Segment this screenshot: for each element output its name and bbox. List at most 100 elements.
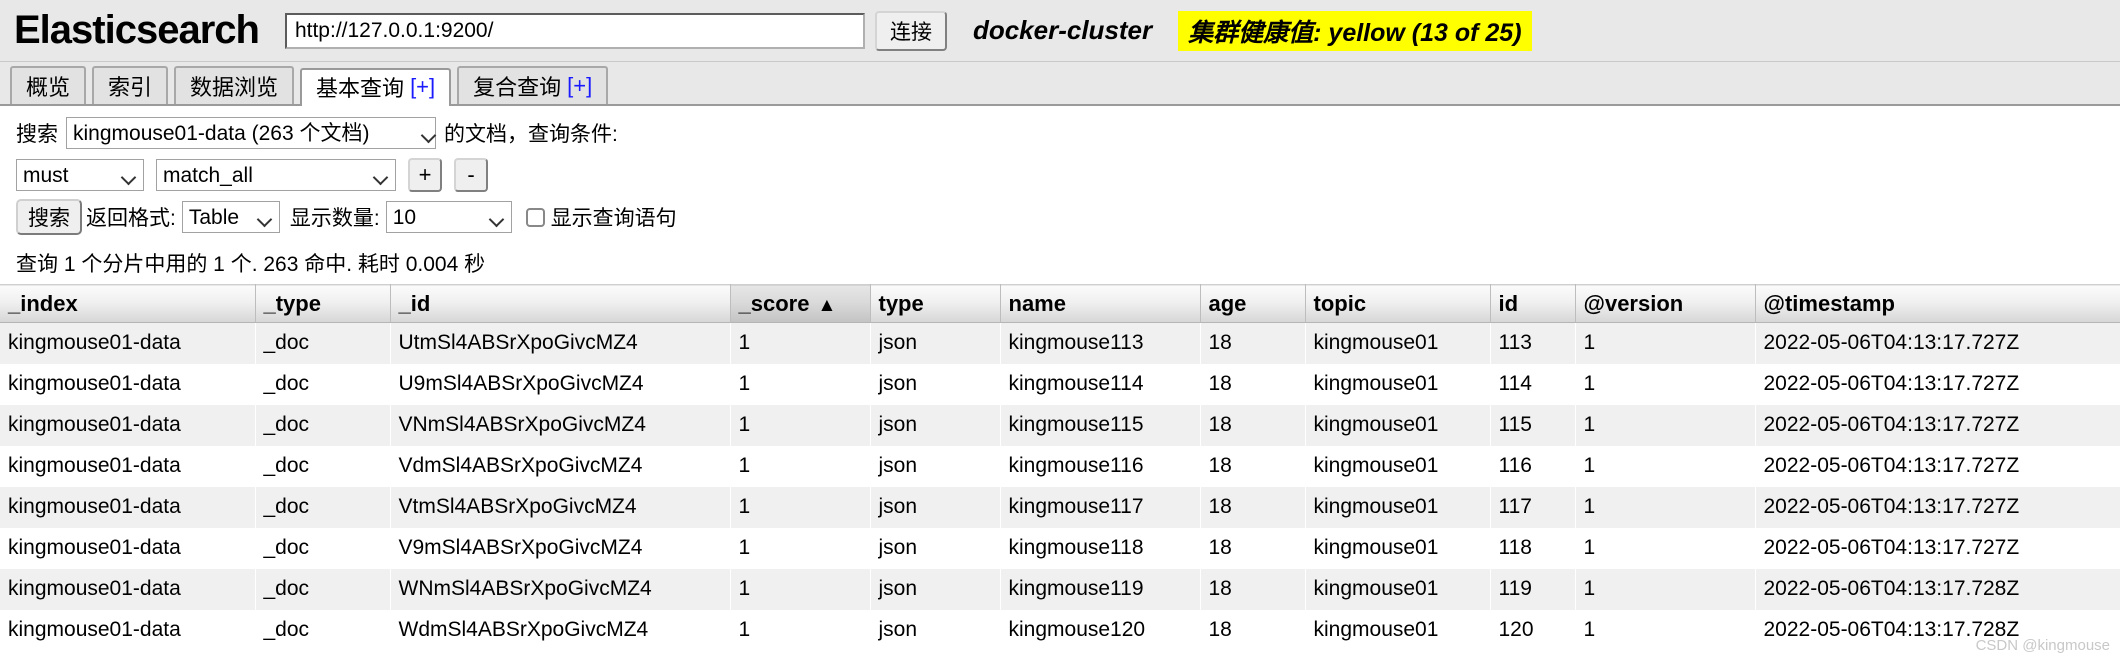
tab-composite-query-plus-icon[interactable]: [+] [567,73,592,99]
tab-basic-query-label: 基本查询 [316,76,405,101]
table-row[interactable]: kingmouse01-data _doc U9mSl4ABSrXpoGivcMZ4… [0,363,2120,405]
tab-data-browse[interactable]: 数据浏览 [174,66,295,104]
search-button[interactable]: 搜索 [16,199,82,235]
cell-timestamp: 2022-05-06T04:13:17.727Z [1755,363,2120,405]
column-header-index[interactable]: _index [0,284,256,323]
add-clause-button[interactable]: + [408,158,442,192]
cell-type: json [870,486,1000,528]
occur-select-wrapper: must [16,159,144,191]
column-header-label: @timestamp [1763,290,1895,316]
format-select[interactable]: Table [181,201,280,233]
sort-ascending-icon: ▲ [817,294,837,316]
cell-topic: kingmouse01 [1305,527,1490,569]
cell-type: _doc [255,609,390,651]
cell-id: VtmSl4ABSrXpoGivcMZ4 [390,486,730,528]
cell-type: _doc [255,527,390,569]
cell-name: kingmouse118 [1000,527,1200,569]
cell-id: WNmSl4ABSrXpoGivcMZ4 [390,568,730,610]
tab-basic-query-plus-icon[interactable]: [+] [410,74,435,100]
connect-button[interactable]: 连接 [874,10,947,51]
table-row[interactable]: kingmouse01-data _doc V9mSl4ABSrXpoGivcMZ4… [0,527,2120,569]
table-row[interactable]: kingmouse01-data _doc VdmSl4ABSrXpoGivcMZ4… [0,445,2120,487]
basic-query-form: 搜索 kingmouse01-data (263 个文档) 的文档， 查询条件:… [0,106,2120,235]
index-select[interactable]: kingmouse01-data (263 个文档) [66,117,436,149]
cell-topic: kingmouse01 [1305,568,1490,610]
cluster-health-badge: 集群健康值: yellow (13 of 25) [1178,10,1532,51]
table-row[interactable]: kingmouse01-data _doc WdmSl4ABSrXpoGivcMZ4… [0,609,2120,651]
column-header-label: _id [398,290,431,316]
column-header-score[interactable]: _score ▲ [730,284,871,323]
column-header-label: _score [738,290,810,316]
cell-id: VNmSl4ABSrXpoGivcMZ4 [390,404,730,446]
cell-score: 1 [730,527,870,569]
cell-name: kingmouse116 [1000,445,1200,487]
cell-id: 116 [1490,445,1575,487]
cluster-name-label: docker-cluster [972,15,1153,45]
size-label: 显示数量: [289,207,380,230]
cell-version: 1 [1575,486,1755,528]
column-header-id[interactable]: id [1490,284,1576,323]
cluster-host-input[interactable] [284,12,865,49]
column-header-version[interactable]: @version [1575,284,1756,323]
column-header-id[interactable]: _id [390,284,731,323]
cell-index: kingmouse01-data [0,404,255,446]
cell-age: 18 [1200,486,1305,528]
cell-type: json [870,363,1000,405]
table-row[interactable]: kingmouse01-data _doc VNmSl4ABSrXpoGivcMZ4… [0,404,2120,446]
table-row[interactable]: kingmouse01-data _doc UtmSl4ABSrXpoGivcMZ4… [0,322,2120,364]
tab-composite-query-label: 复合查询 [473,75,562,100]
format-label: 返回格式: [86,207,176,230]
cell-index: kingmouse01-data [0,363,255,405]
cell-score: 1 [730,363,870,405]
column-header-label: id [1498,290,1519,316]
show-query-label: 显示查询语句 [550,207,677,230]
query-form-row-index: 搜索 kingmouse01-data (263 个文档) 的文档， 查询条件: [16,116,2120,150]
cell-index: kingmouse01-data [0,322,255,364]
occur-select[interactable]: must [16,159,144,191]
cell-name: kingmouse119 [1000,568,1200,610]
cell-score: 1 [730,445,870,487]
column-header-topic[interactable]: topic [1305,284,1491,323]
cell-score: 1 [730,609,870,651]
remove-clause-button[interactable]: - [454,158,488,192]
cell-topic: kingmouse01 [1305,363,1490,405]
cell-id: 115 [1490,404,1575,446]
filter-select[interactable]: match_all [156,159,396,191]
query-form-row-clause: must match_all + - [16,158,2120,192]
results-table-body: kingmouse01-data _doc UtmSl4ABSrXpoGivcMZ4… [0,322,2120,651]
column-header-type[interactable]: type [870,284,1001,323]
cell-timestamp: 2022-05-06T04:13:17.727Z [1755,445,2120,487]
cell-score: 1 [730,568,870,610]
table-row[interactable]: kingmouse01-data _doc VtmSl4ABSrXpoGivcMZ4… [0,486,2120,528]
tab-overview[interactable]: 概览 [10,66,87,104]
column-header-name[interactable]: name [1000,284,1201,323]
size-select[interactable]: 10 [385,201,512,233]
column-header-age[interactable]: age [1200,284,1306,323]
column-header-timestamp[interactable]: @timestamp [1755,284,2120,323]
cell-topic: kingmouse01 [1305,486,1490,528]
table-row[interactable]: kingmouse01-data _doc WNmSl4ABSrXpoGivcMZ4… [0,568,2120,610]
results-table-head: _index _type _id _score ▲ type name age topic id @… [0,284,2120,323]
cell-version: 1 [1575,527,1755,569]
cell-index: kingmouse01-data [0,445,255,487]
cell-age: 18 [1200,527,1305,569]
cell-score: 1 [730,486,870,528]
cell-version: 1 [1575,609,1755,651]
cell-type: json [870,404,1000,446]
cell-type: json [870,568,1000,610]
tab-indices[interactable]: 索引 [92,66,169,104]
cell-timestamp: 2022-05-06T04:13:17.727Z [1755,404,2120,446]
cell-topic: kingmouse01 [1305,322,1490,364]
show-query-checkbox[interactable] [525,207,545,227]
tab-composite-query[interactable]: 复合查询 [+] [457,66,609,104]
tab-basic-query[interactable]: 基本查询 [+] [300,68,452,106]
cell-type: _doc [255,404,390,446]
column-header-type[interactable]: _type [255,284,391,323]
tab-data-browse-label: 数据浏览 [190,75,279,100]
cell-id: U9mSl4ABSrXpoGivcMZ4 [390,363,730,405]
cell-version: 1 [1575,568,1755,610]
cell-index: kingmouse01-data [0,609,255,651]
cell-name: kingmouse120 [1000,609,1200,651]
cell-topic: kingmouse01 [1305,609,1490,651]
column-header-label: _type [263,290,321,316]
